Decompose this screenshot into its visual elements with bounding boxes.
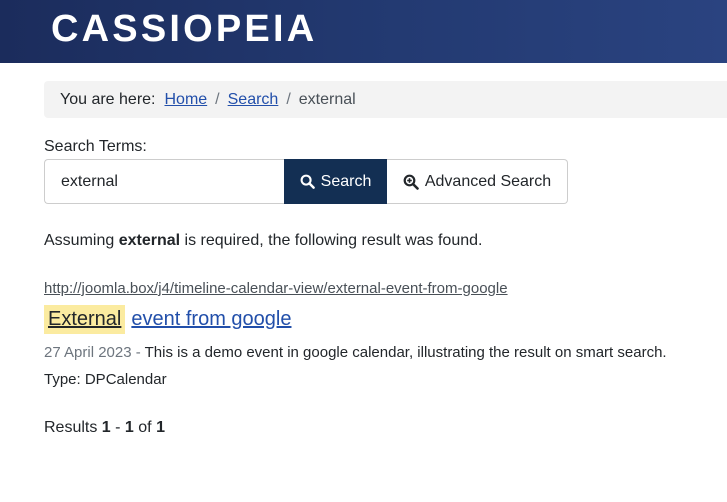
pagination-counter: Results 1 - 1 of 1 <box>44 419 165 436</box>
result-title[interactable]: External event from google <box>44 304 291 334</box>
advanced-search-label: Advanced Search <box>424 172 552 190</box>
result-title-link[interactable]: event from google <box>131 308 291 331</box>
result-url[interactable]: http://joomla.box/j4/timeline-calendar-v… <box>44 280 508 297</box>
breadcrumb-link-home[interactable]: Home <box>164 91 207 109</box>
breadcrumb-separator: / <box>215 90 220 108</box>
search-form: Search Advanced Search <box>44 159 568 204</box>
search-button-label: Search <box>320 172 372 190</box>
search-term-emphasis: external <box>118 232 181 249</box>
search-icon <box>300 174 315 189</box>
zoom-in-icon <box>403 174 419 190</box>
advanced-search-button[interactable]: Advanced Search <box>387 159 568 204</box>
result-date: 27 April 2023 <box>44 344 132 361</box>
search-result-message: Assuming external is required, the follo… <box>44 232 483 249</box>
breadcrumb-current: external <box>298 90 356 108</box>
search-terms-label: Search Terms: <box>44 138 147 155</box>
breadcrumb: You are here: Home / Search / external <box>44 81 727 118</box>
result-type: Type: DPCalendar <box>44 371 167 388</box>
site-logo[interactable]: CASSIOPEIA <box>51 9 317 49</box>
breadcrumb-link-search[interactable]: Search <box>228 91 279 109</box>
search-input[interactable] <box>44 159 284 204</box>
result-description: 27 April 2023 - This is a demo event in … <box>44 344 667 361</box>
search-button[interactable]: Search <box>284 159 387 204</box>
site-header: CASSIOPEIA <box>0 0 727 63</box>
breadcrumb-prefix: You are here: <box>60 90 156 108</box>
result-title-highlight[interactable]: External <box>44 304 126 334</box>
breadcrumb-separator: / <box>286 90 291 108</box>
